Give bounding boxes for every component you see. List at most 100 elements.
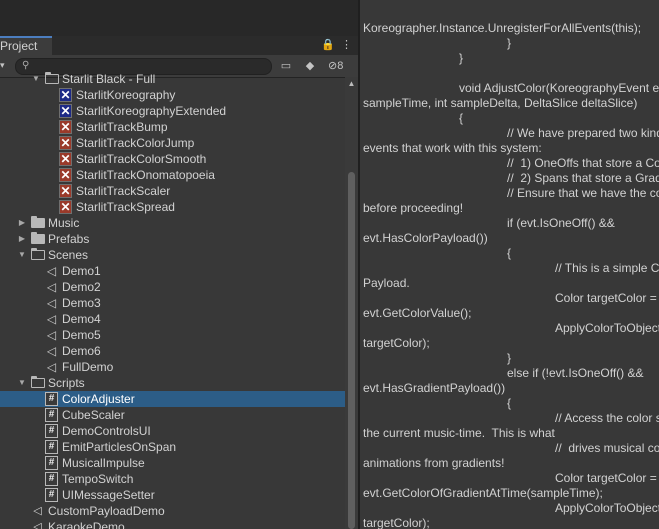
scroll-up-icon[interactable]: ▲ [345,79,358,88]
asset-item[interactable]: # TempoSwitch [0,471,345,487]
collapse-arrow-icon[interactable]: ▶ [17,231,27,247]
code-line: evt.GetColorValue(); [363,306,472,320]
unity-scene-icon: ◁ [46,312,57,326]
item-label: Demo2 [62,280,101,294]
code-line: { [459,111,464,125]
asset-item[interactable]: # DemoControlsUI [0,423,345,439]
asset-item[interactable]: ✕ StarlitTrackColorJump [0,135,345,151]
code-line: // Ensure that we have the correct types [507,186,659,200]
asset-item[interactable]: # EmitParticlesOnSpan [0,439,345,455]
code-line: } [507,36,512,50]
unity-scene-icon: ◁ [46,264,57,278]
koreography-track-icon: ✕ [59,152,72,166]
code-line: // We have prepared two kinds of [507,126,659,140]
asset-item[interactable]: ◁ Demo2 [0,279,345,295]
csharp-script-icon: # [45,392,58,406]
item-label: StarlitTrackColorJump [76,136,195,150]
code-line: Color targetColor = [555,471,657,485]
project-tab-bar: Project 🔒 ⋮ [0,36,358,56]
asset-item[interactable]: # MusicalImpulse [0,455,345,471]
item-label: UIMessageSetter [62,488,155,502]
project-scrollbar[interactable]: ▲ [345,77,358,529]
expand-arrow-icon[interactable]: ▼ [17,375,27,391]
folder-open-icon [31,248,45,260]
code-line: targetColor); [363,516,430,529]
item-label: StarlitTrackSpread [76,200,175,214]
code-line: // Access the color specified at [555,411,659,425]
code-line: // 1) OneOffs that store a Color. [507,156,659,170]
code-line: Koreographer.Instance.UnregisterForAllEv… [363,21,642,35]
lock-icon[interactable]: 🔒 [321,38,335,51]
unity-scene-icon: ◁ [46,360,57,374]
item-label: Music [48,216,80,230]
asset-item[interactable]: ✕ StarlitTrackSpread [0,199,345,215]
asset-item[interactable]: ✕ StarlitTrackColorSmooth [0,151,345,167]
csharp-script-icon: # [45,408,58,422]
asset-item[interactable]: # ColorAdjuster [0,391,345,407]
item-label: Scripts [48,376,85,390]
asset-item[interactable]: ✕ StarlitKoreographyExtended [0,103,345,119]
code-viewer: Koreographer.Instance.UnregisterForAllEv… [360,0,659,529]
folder-item[interactable]: ▶ Prefabs [0,231,345,247]
folder-item[interactable]: ▶ Music [0,215,345,231]
item-label: MusicalImpulse [62,456,145,470]
item-label: EmitParticlesOnSpan [62,440,177,454]
code-line: else if (!evt.IsOneOff() && [507,366,644,380]
asset-item[interactable]: # CubeScaler [0,407,345,423]
folder-open-icon [31,376,45,388]
code-line: ApplyColorToObjects(ref [555,501,659,515]
unity-scene-icon: ◁ [46,344,57,358]
item-label: KaraokeDemo [48,520,125,529]
item-label: CustomPayloadDemo [48,504,165,518]
folder-open-icon [45,72,59,84]
folder-item[interactable]: ▼ Scenes [0,247,345,263]
asset-item[interactable]: ✕ StarlitTrackBump [0,119,345,135]
scrollbar-thumb[interactable] [348,172,355,529]
item-label: StarlitTrackBump [76,120,168,134]
asset-item[interactable]: ✕ StarlitTrackOnomatopoeia [0,167,345,183]
code-line: evt.HasGradientPayload()) [363,381,506,395]
asset-item[interactable]: # UIMessageSetter [0,487,345,503]
collapse-arrow-icon[interactable]: ▶ [17,215,27,231]
code-line: } [459,51,464,65]
asset-item[interactable]: ◁ Demo3 [0,295,345,311]
expand-arrow-icon[interactable]: ▼ [17,247,27,263]
asset-item[interactable]: ◁ FullDemo [0,359,345,375]
code-line: } [507,351,512,365]
create-dropdown-icon[interactable]: ▾ [0,60,5,71]
unity-scene-icon: ◁ [46,296,57,310]
code-line: void AdjustColor(KoreographyEvent evt, i… [459,81,659,95]
item-label: DemoControlsUI [62,424,151,438]
code-line: // This is a simple Color [555,261,659,275]
asset-item[interactable]: ✕ StarlitKoreography [0,87,345,103]
item-label: Demo3 [62,296,101,310]
asset-item[interactable]: ◁ Demo4 [0,311,345,327]
code-line: { [507,246,512,260]
asset-item[interactable]: ◁ Demo5 [0,327,345,343]
code-line: Payload. [363,276,410,290]
more-options-icon[interactable]: ⋮ [341,38,352,51]
item-label: Demo4 [62,312,101,326]
csharp-script-icon: # [45,440,58,454]
koreography-track-icon: ✕ [59,120,72,134]
asset-item[interactable]: ◁ Demo1 [0,263,345,279]
asset-item[interactable]: ◁ Demo6 [0,343,345,359]
item-label: Prefabs [48,232,90,246]
code-line: animations from gradients! [363,456,505,470]
folder-item[interactable]: ▼ Scripts [0,375,345,391]
asset-item[interactable]: ✕ StarlitTrackScaler [0,183,345,199]
asset-item[interactable]: ◁ KaraokeDemo [0,519,345,529]
code-line: Color targetColor = [555,291,657,305]
asset-item[interactable]: ◁ CustomPayloadDemo [0,503,345,519]
code-line: // drives musical color [555,441,659,455]
koreography-track-icon: ✕ [59,168,72,182]
item-label: Demo5 [62,328,101,342]
expand-arrow-icon[interactable]: ▼ [31,71,41,87]
item-label: Starlit Black - Full [62,72,156,86]
code-line: before proceeding! [363,201,464,215]
csharp-script-icon: # [45,488,58,502]
koreography-icon: ✕ [59,88,72,102]
tab-project[interactable]: Project [0,36,52,55]
folder-icon [31,232,45,244]
folder-item[interactable]: ▼ Starlit Black - Full [0,71,345,87]
